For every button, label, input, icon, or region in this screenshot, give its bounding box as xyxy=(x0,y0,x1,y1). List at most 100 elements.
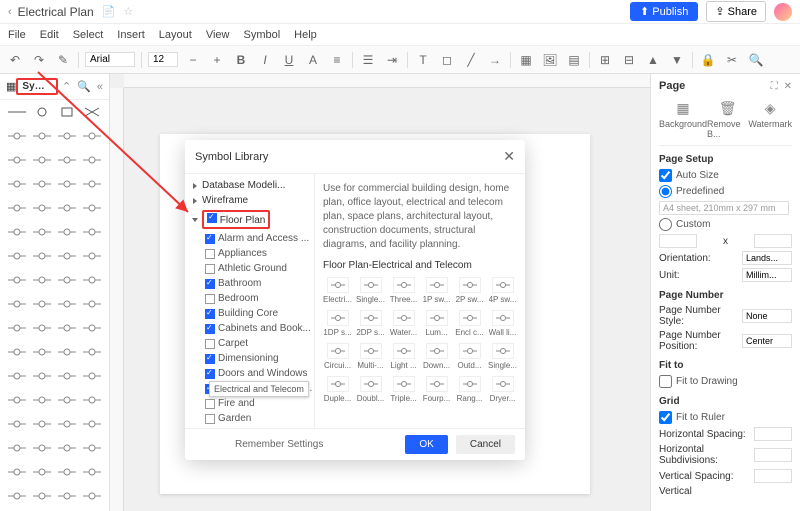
symbol-cell[interactable]: Wall li... xyxy=(488,310,517,337)
tree-category[interactable]: Wireframe xyxy=(185,193,314,208)
tree-item[interactable]: Building Core xyxy=(185,306,314,321)
symbol-cell[interactable]: Light ... xyxy=(389,343,418,370)
symbol-cell[interactable]: Three... xyxy=(389,277,418,304)
symbol-item[interactable] xyxy=(55,488,79,504)
expand-icon[interactable]: ⛶ xyxy=(771,81,778,92)
tree-item[interactable]: Bathroom xyxy=(185,276,314,291)
tab-watermark[interactable]: ◈Watermark xyxy=(748,100,792,139)
tree-item[interactable]: Alarm and Access ... xyxy=(185,231,314,246)
symbol-cell[interactable]: Down... xyxy=(422,343,451,370)
search-icon[interactable]: 🔍 xyxy=(77,80,91,93)
hsub-input[interactable] xyxy=(754,448,792,462)
tree-item[interactable]: Doors and Windows xyxy=(185,366,314,381)
tree-item[interactable]: Appliances xyxy=(185,246,314,261)
symbol-cell[interactable]: Dryer... xyxy=(488,376,517,403)
dec-icon[interactable]: − xyxy=(184,51,202,69)
symbol-cell[interactable]: Fourp... xyxy=(422,376,451,403)
text-icon[interactable]: T xyxy=(414,51,432,69)
tree-item[interactable]: Garden xyxy=(185,411,314,426)
chevron-up-icon[interactable]: ⌃ xyxy=(62,80,71,93)
inc-icon[interactable]: + xyxy=(208,51,226,69)
symbol-item[interactable] xyxy=(80,176,104,192)
list-icon[interactable]: ☰ xyxy=(359,51,377,69)
symbol-item[interactable] xyxy=(30,464,54,480)
tab-background[interactable]: ▦Background xyxy=(659,100,707,139)
symbol-item[interactable] xyxy=(55,464,79,480)
doc-icon[interactable]: 📄 xyxy=(102,5,116,18)
tree-item[interactable]: Carpet xyxy=(185,336,314,351)
orientation-select[interactable] xyxy=(742,251,792,265)
menu-insert[interactable]: Insert xyxy=(117,29,145,41)
front-icon[interactable]: ▲ xyxy=(644,51,662,69)
symbol-item[interactable] xyxy=(5,128,29,144)
symbol-item[interactable] xyxy=(55,344,79,360)
symbol-item[interactable] xyxy=(80,152,104,168)
symbol-item[interactable] xyxy=(80,464,104,480)
height-input[interactable] xyxy=(754,234,792,248)
back-icon[interactable]: ▼ xyxy=(668,51,686,69)
symbol-item[interactable] xyxy=(80,248,104,264)
symbol-item[interactable] xyxy=(30,128,54,144)
undo-icon[interactable]: ↶ xyxy=(6,51,24,69)
symbol-cell[interactable]: Lum... xyxy=(422,310,451,337)
symbol-cell[interactable]: Multi-... xyxy=(356,343,385,370)
symbol-item[interactable] xyxy=(55,176,79,192)
symbol-item[interactable] xyxy=(30,272,54,288)
symbol-item[interactable] xyxy=(5,224,29,240)
symbol-item[interactable] xyxy=(55,128,79,144)
publish-button[interactable]: ⬆ Publish xyxy=(630,2,698,21)
symbol-item[interactable] xyxy=(5,272,29,288)
symbol-cell[interactable]: Single... xyxy=(488,343,517,370)
shape-icon[interactable]: ◻ xyxy=(438,51,456,69)
symbol-item[interactable] xyxy=(5,152,29,168)
hspacing-input[interactable] xyxy=(754,427,792,441)
vspacing-input[interactable] xyxy=(754,469,792,483)
symbol-cell[interactable]: Doubl... xyxy=(356,376,385,403)
symbol-item[interactable] xyxy=(80,200,104,216)
menu-file[interactable]: File xyxy=(8,29,26,41)
size-select[interactable] xyxy=(148,52,178,67)
menu-symbol[interactable]: Symbol xyxy=(243,29,280,41)
symbol-cell[interactable]: 2DP s... xyxy=(356,310,385,337)
symbol-cell[interactable]: 1P sw... xyxy=(422,277,451,304)
back-button[interactable]: ‹ xyxy=(8,6,12,18)
symbol-item[interactable] xyxy=(30,488,54,504)
italic-icon[interactable]: I xyxy=(256,51,274,69)
avatar[interactable] xyxy=(774,3,792,21)
symbol-item[interactable] xyxy=(55,368,79,384)
symbol-item[interactable] xyxy=(55,152,79,168)
symbol-item[interactable] xyxy=(55,224,79,240)
symbol-item[interactable] xyxy=(30,248,54,264)
symbol-item[interactable] xyxy=(30,176,54,192)
tree-category[interactable]: Database Modeli... xyxy=(185,178,314,193)
cut-icon[interactable]: ✂ xyxy=(723,51,741,69)
symbol-item[interactable] xyxy=(80,224,104,240)
symbol-item[interactable] xyxy=(5,416,29,432)
symbol-item[interactable] xyxy=(55,296,79,312)
redo-icon[interactable]: ↷ xyxy=(30,51,48,69)
symbol-cell[interactable]: Triple... xyxy=(389,376,418,403)
pn-style-select[interactable] xyxy=(742,309,792,323)
symbol-item[interactable] xyxy=(5,440,29,456)
symbol-cell[interactable]: Outd... xyxy=(455,343,484,370)
paper-select[interactable] xyxy=(659,201,789,215)
symbol-item[interactable] xyxy=(30,440,54,456)
auto-size-checkbox[interactable]: Auto Size xyxy=(659,169,792,182)
menu-edit[interactable]: Edit xyxy=(40,29,59,41)
symbol-item[interactable] xyxy=(30,320,54,336)
symbol-item[interactable] xyxy=(80,488,104,504)
tree-item[interactable]: Cabinets and Book... xyxy=(185,321,314,336)
symbol-panel-label[interactable]: Symbo... xyxy=(16,78,58,95)
indent-icon[interactable]: ⇥ xyxy=(383,51,401,69)
symbol-item[interactable] xyxy=(80,296,104,312)
symbol-item[interactable] xyxy=(5,392,29,408)
symbol-item[interactable] xyxy=(5,368,29,384)
symbol-item[interactable] xyxy=(55,248,79,264)
symbol-item[interactable] xyxy=(80,344,104,360)
collapse-icon[interactable]: « xyxy=(97,81,103,93)
arrow-icon[interactable]: → xyxy=(486,51,504,69)
symbol-cell[interactable]: Duple... xyxy=(323,376,352,403)
symbol-item[interactable] xyxy=(80,416,104,432)
search-icon[interactable]: 🔍 xyxy=(747,51,765,69)
symbol-item[interactable] xyxy=(30,344,54,360)
